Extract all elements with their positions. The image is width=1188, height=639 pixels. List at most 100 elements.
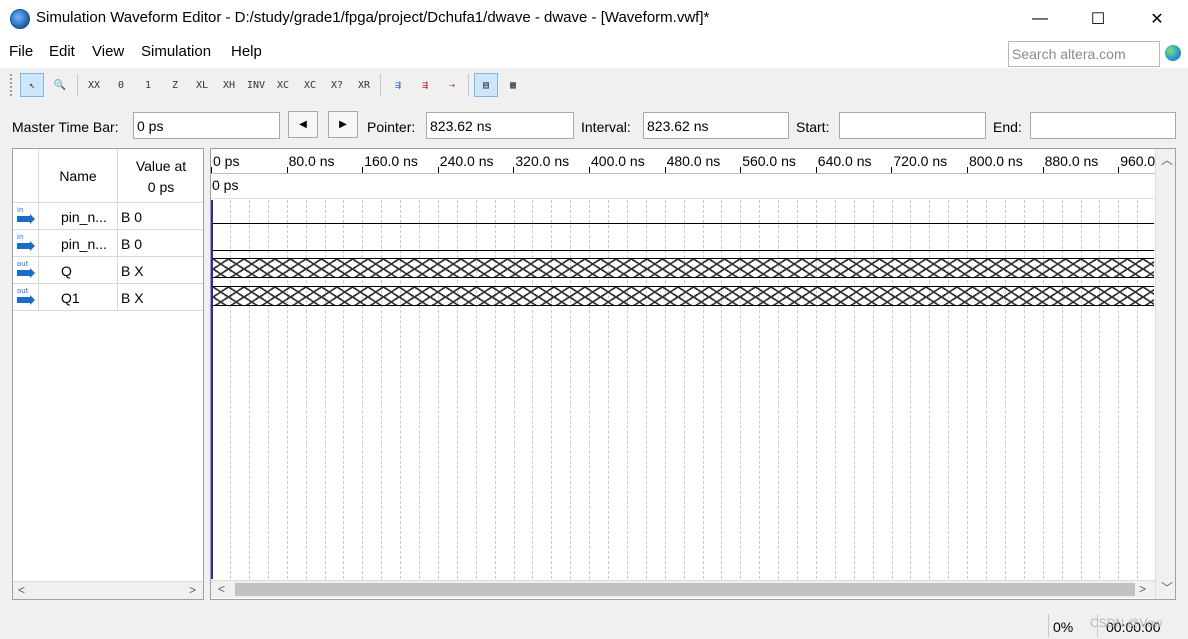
scroll-right-icon[interactable]: > [189,583,196,597]
scroll-right-icon[interactable]: > [1139,582,1146,596]
globe-icon[interactable] [1165,45,1181,61]
time-tick-mark [1042,167,1044,173]
grid-line [967,200,969,579]
grid-line [1137,200,1139,579]
time-tick-label: 720.0 ns [893,153,948,169]
grid-line [324,200,326,579]
run-timing-simulation-icon[interactable]: ⇶ [413,73,437,97]
waveform-pin-n-2[interactable] [213,250,1154,251]
status-bar [0,612,1188,639]
time-tick-mark [815,167,817,173]
value-column-header[interactable]: Value at [118,158,204,174]
scroll-up-icon[interactable]: ︿ [1161,151,1173,168]
close-button[interactable]: ✕ [1127,0,1187,38]
grid-line [1023,200,1025,579]
scroll-down-icon[interactable]: ﹀ [1161,579,1173,596]
time-tick-mark [1118,167,1120,173]
time-tick-mark [740,167,742,173]
waveform-q1[interactable] [213,286,1154,306]
menu-view[interactable]: View [92,43,124,60]
grid-line [929,200,931,579]
grid-line [740,200,742,579]
signal-row[interactable]: in pin_n... B 0 [13,230,203,257]
grid-line [815,200,817,579]
signal-value: B X [121,290,144,306]
grid-line [608,200,609,579]
signal-name: pin_n... [61,209,107,225]
generate-netlist-icon[interactable]: ⇢ [440,73,464,97]
grid-line [721,200,723,579]
force-weak-low-icon[interactable]: XL [190,73,214,97]
waveform-pin-n-1[interactable] [213,223,1154,224]
master-time-bar-field[interactable]: 0 ps [133,112,280,139]
name-column-header[interactable]: Name [39,168,117,184]
run-functional-simulation-icon[interactable]: ⇶ [386,73,410,97]
waveform-pane[interactable] [210,148,1176,600]
time-cursor[interactable] [211,200,213,579]
interval-label: Interval: [581,119,631,135]
menu-file[interactable]: File [9,43,33,60]
grid-line [834,200,836,579]
time-tick-label: 240.0 ns [439,153,494,169]
signal-list-horizontal-scrollbar[interactable]: < > [13,581,203,599]
scrollbar-thumb[interactable] [235,583,1135,596]
end-field[interactable] [1030,112,1176,139]
time-tick-label: 640.0 ns [817,153,872,169]
selection-tool-icon[interactable]: ↖ [20,73,44,97]
start-label: Start: [796,119,830,135]
sort-icon[interactable]: ▦ [501,73,525,97]
force-unknown-icon[interactable]: XX [82,73,106,97]
force-low-icon[interactable]: 0 [109,73,133,97]
grid-line [778,200,780,579]
zoom-tool-icon[interactable]: 🔍 [48,73,72,97]
input-pin-icon: in [15,206,35,225]
force-high-icon[interactable]: 1 [136,73,160,97]
grid-line [494,200,496,579]
snap-to-grid-icon[interactable]: ▤ [474,73,498,97]
grid-line [230,200,231,579]
scroll-left-icon[interactable]: < [18,583,25,597]
maximize-button[interactable]: ☐ [1068,0,1128,38]
grid-line [286,200,288,579]
time-tick-label: 0 ps [213,153,240,169]
time-tick-label: 880.0 ns [1044,153,1099,169]
count-value-icon[interactable]: XC [271,73,295,97]
app-logo-icon [10,9,30,29]
arbitrary-value-icon[interactable]: XR [352,73,376,97]
signal-row[interactable]: out Q B X [13,257,203,284]
signal-row[interactable]: out Q1 B X [13,284,203,311]
waveform-q[interactable] [213,258,1154,278]
invert-icon[interactable]: INV [244,73,268,97]
grid-line [797,200,798,579]
previous-transition-button[interactable]: ◀ [288,111,318,138]
pointer-field[interactable]: 823.62 ns [426,112,574,139]
search-input[interactable]: Search altera.com [1008,41,1160,67]
time-tick-mark [286,167,288,173]
minimize-button[interactable]: — [1010,0,1070,38]
grid-line [1099,200,1101,579]
overwrite-clock-icon[interactable]: XC [298,73,322,97]
next-transition-button[interactable]: ▶ [328,111,358,138]
random-values-icon[interactable]: X? [325,73,349,97]
interval-field[interactable]: 823.62 ns [643,112,789,139]
pointer-label: Pointer: [367,119,416,135]
waveform-vertical-scrollbar[interactable]: ︿ ﹀ [1155,149,1175,599]
signal-name: Q [61,263,72,279]
waveform-horizontal-scrollbar[interactable]: < > [211,580,1155,598]
grid-line [1118,200,1120,579]
output-pin-icon: out [15,287,35,306]
signal-row[interactable]: in pin_n... B 0 [13,203,203,230]
menu-simulation[interactable]: Simulation [141,43,211,60]
scroll-left-icon[interactable]: < [218,582,225,596]
menu-help[interactable]: Help [231,43,262,60]
force-weak-high-icon[interactable]: XH [217,73,241,97]
grid-line [513,200,515,579]
grid-line [305,200,307,579]
time-tick-label: 480.0 ns [666,153,721,169]
start-field[interactable] [839,112,986,139]
progress-percent: 0% [1053,619,1074,635]
toolbar-grip[interactable] [10,74,14,96]
menu-edit[interactable]: Edit [49,43,75,60]
grid-line [248,200,250,579]
force-high-impedance-icon[interactable]: Z [163,73,187,97]
